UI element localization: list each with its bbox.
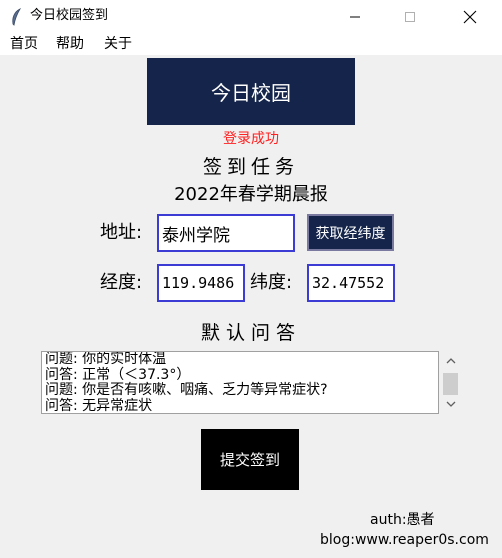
qa-line: 问答: 无异常症状 (45, 397, 153, 414)
feather-icon (10, 8, 22, 26)
app-banner: 今日校园 (147, 58, 355, 125)
longitude-input[interactable]: 119.9486 (157, 264, 245, 302)
get-coordinates-button[interactable]: 获取经纬度 (307, 214, 394, 251)
qa-scrollbar[interactable] (440, 351, 461, 414)
menu-item-about[interactable]: 关于 (104, 36, 132, 52)
minimize-button[interactable] (332, 0, 378, 33)
scroll-down-icon[interactable] (440, 396, 461, 412)
login-status: 登录成功 (223, 131, 279, 147)
latitude-label: 纬度: (250, 272, 293, 293)
maximize-button[interactable] (387, 0, 433, 33)
address-input[interactable]: 泰州学院 (157, 214, 295, 252)
minimize-icon (350, 16, 360, 17)
qa-textarea[interactable]: 问题: 你的实时体温 问答: 正常（＜37.3°） 问题: 你是否有咳嗽、咽痛、… (41, 351, 439, 414)
scroll-up-icon[interactable] (440, 353, 461, 369)
menu-item-home[interactable]: 首页 (10, 36, 38, 52)
qa-line: 问题: 你的实时体温 (45, 351, 167, 367)
submit-checkin-button[interactable]: 提交签到 (201, 429, 299, 490)
qa-line: 问答: 正常（＜37.3°） (45, 366, 191, 383)
menu-item-help[interactable]: 帮助 (56, 36, 84, 52)
task-title: 签到任务 (202, 156, 299, 178)
latitude-input[interactable]: 32.47552 (307, 264, 395, 302)
scroll-thumb[interactable] (443, 373, 458, 395)
author-text: auth:愚者 (370, 512, 435, 528)
close-button[interactable] (447, 0, 493, 33)
address-label: 地址: (100, 222, 143, 243)
longitude-label: 经度: (100, 272, 143, 293)
close-icon (463, 10, 477, 23)
maximize-icon (405, 11, 415, 22)
qa-line: 问题: 你是否有咳嗽、咽痛、乏力等异常症状? (45, 382, 328, 398)
window-title: 今日校园签到 (30, 8, 109, 23)
term-title: 2022年春学期晨报 (174, 184, 328, 205)
qa-title: 默认问答 (200, 322, 301, 344)
blog-text: blog:www.reaper0s.com (320, 532, 489, 548)
